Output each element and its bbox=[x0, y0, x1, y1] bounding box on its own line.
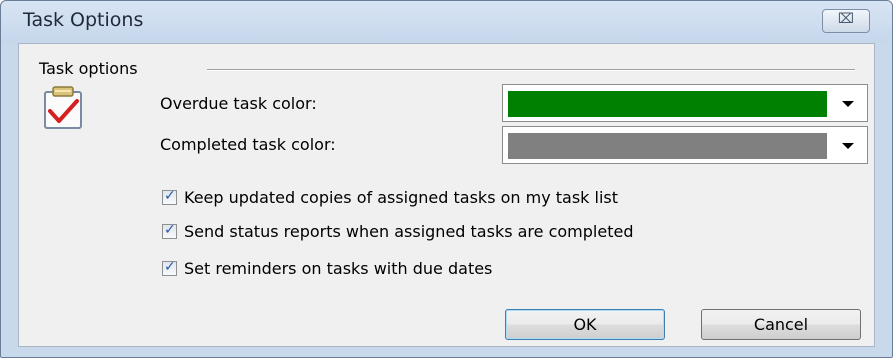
send-status-reports-label: Send status reports when assigned tasks … bbox=[184, 222, 634, 241]
send-status-reports-checkbox[interactable]: ✓ bbox=[162, 222, 177, 239]
window-title: Task Options bbox=[23, 9, 144, 31]
checkmark-icon: ✓ bbox=[164, 259, 176, 275]
checkmark-icon: ✓ bbox=[164, 222, 176, 238]
completed-color-label: Completed task color: bbox=[160, 135, 336, 154]
set-reminders-checkbox[interactable]: ✓ bbox=[162, 259, 177, 276]
set-reminders-label: Set reminders on tasks with due dates bbox=[184, 259, 493, 278]
group-divider bbox=[207, 69, 855, 71]
group-label: Task options bbox=[39, 59, 138, 78]
completed-color-swatch bbox=[508, 133, 827, 159]
task-options-dialog: Task Options ⌧ Task options Overdue task… bbox=[0, 0, 893, 358]
title-bar[interactable]: Task Options ⌧ bbox=[1, 1, 892, 43]
completed-color-dropdown[interactable] bbox=[502, 126, 868, 164]
overdue-color-swatch bbox=[508, 91, 827, 117]
overdue-color-label: Overdue task color: bbox=[160, 94, 317, 113]
close-button[interactable]: ⌧ bbox=[822, 9, 870, 33]
task-clipboard-check-icon bbox=[44, 86, 82, 129]
dialog-content: Task options Overdue task color: Complet… bbox=[18, 43, 875, 347]
chevron-down-icon bbox=[842, 143, 854, 149]
chevron-down-icon bbox=[842, 101, 854, 107]
keep-updated-copies-label: Keep updated copies of assigned tasks on… bbox=[184, 188, 619, 207]
cancel-button[interactable]: Cancel bbox=[701, 309, 861, 340]
close-icon: ⌧ bbox=[837, 11, 855, 27]
checkmark-icon: ✓ bbox=[164, 188, 176, 204]
overdue-color-dropdown[interactable] bbox=[502, 84, 868, 122]
ok-button[interactable]: OK bbox=[505, 309, 665, 340]
keep-updated-copies-checkbox[interactable]: ✓ bbox=[162, 188, 177, 205]
